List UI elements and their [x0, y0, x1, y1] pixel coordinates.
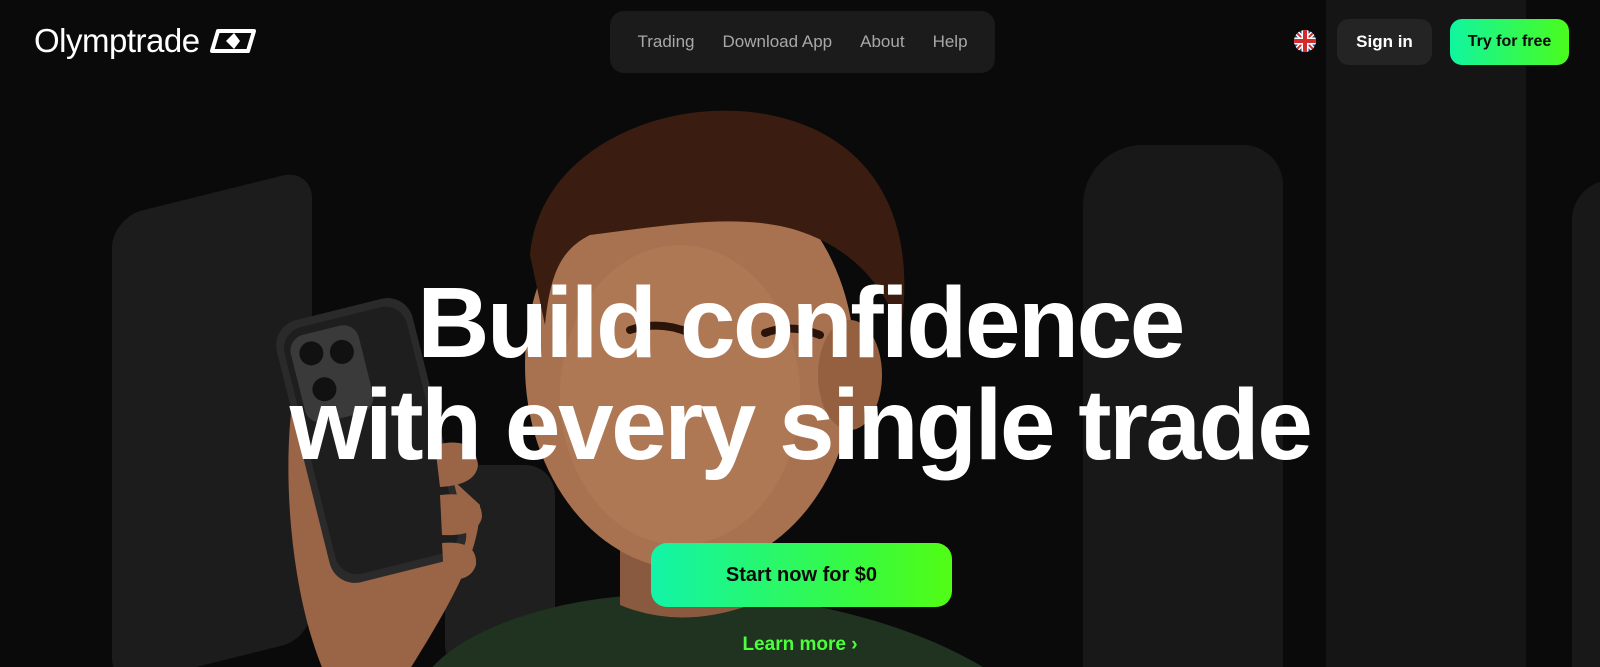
headline-line-1: Build confidence: [417, 267, 1185, 379]
uk-flag-icon: [1294, 30, 1316, 52]
logo[interactable]: Olymptrade: [34, 22, 260, 60]
learn-more-link[interactable]: Learn more ›: [0, 634, 1600, 656]
logo-mark-icon: [209, 29, 256, 53]
logo-wordmark: Olymptrade: [34, 22, 200, 59]
nav-item-about[interactable]: About: [860, 32, 904, 52]
start-now-button[interactable]: Start now for $0: [651, 543, 952, 607]
sign-in-button[interactable]: Sign in: [1337, 19, 1432, 65]
nav-item-help[interactable]: Help: [933, 32, 968, 52]
headline-line-2: with every single trade: [289, 369, 1313, 481]
hero-headline: Build confidence with every single trade: [0, 272, 1600, 476]
main-nav: Trading Download App About Help: [610, 11, 995, 73]
nav-item-download-app[interactable]: Download App: [722, 32, 832, 52]
try-for-free-button[interactable]: Try for free: [1450, 19, 1569, 65]
nav-item-trading[interactable]: Trading: [637, 32, 694, 52]
language-selector[interactable]: [1294, 30, 1316, 52]
